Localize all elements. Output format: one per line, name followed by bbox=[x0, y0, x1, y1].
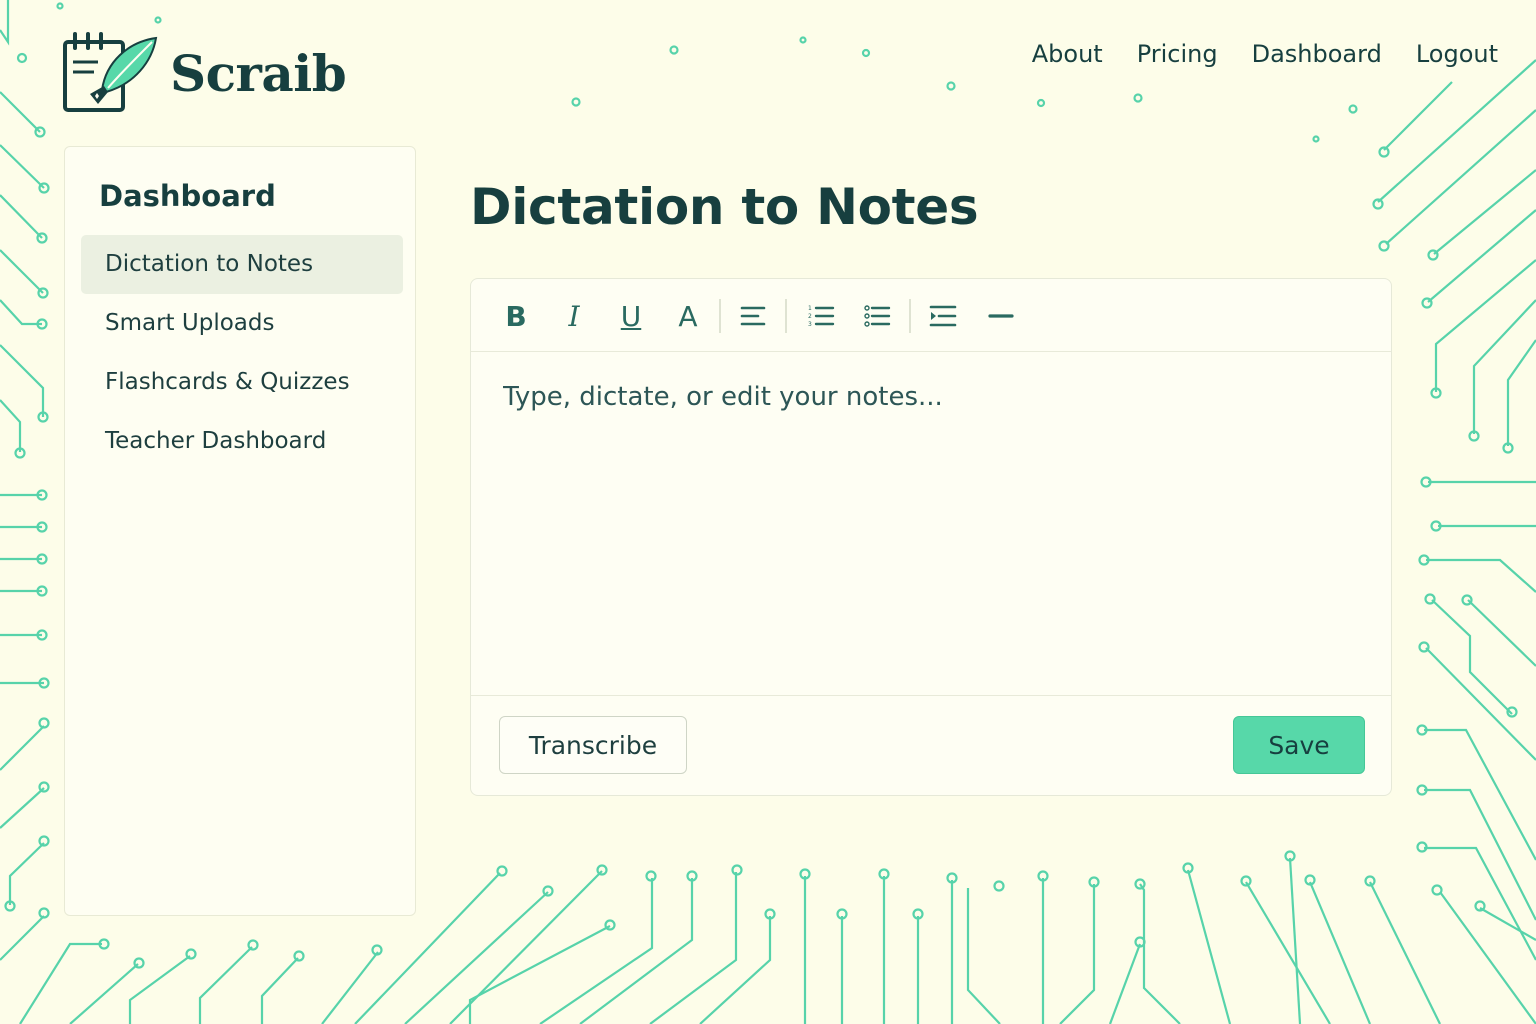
align-left-icon[interactable] bbox=[737, 297, 769, 335]
notes-input[interactable] bbox=[503, 382, 1359, 666]
nav-link-logout[interactable]: Logout bbox=[1416, 36, 1498, 72]
notes-editor: B I U A 123 Transcribe Save bbox=[470, 278, 1392, 796]
sidebar-item-dictation-to-notes[interactable]: Dictation to Notes bbox=[81, 235, 403, 294]
sidebar-item-teacher-dashboard[interactable]: Teacher Dashboard bbox=[81, 412, 403, 471]
sidebar-title: Dashboard bbox=[99, 179, 276, 213]
bulleted-list-icon[interactable] bbox=[861, 297, 893, 335]
underline-icon[interactable]: U bbox=[616, 297, 646, 335]
horizontal-rule-icon[interactable] bbox=[985, 297, 1017, 335]
bold-icon[interactable]: B bbox=[501, 297, 531, 335]
toolbar-divider bbox=[785, 299, 787, 333]
toolbar-divider bbox=[719, 299, 721, 333]
transcribe-button[interactable]: Transcribe bbox=[499, 716, 687, 774]
app-name: Scraib bbox=[170, 43, 347, 103]
numbered-list-icon[interactable]: 123 bbox=[805, 297, 837, 335]
editor-footer: Transcribe Save bbox=[471, 695, 1391, 795]
nav-link-dashboard[interactable]: Dashboard bbox=[1252, 36, 1382, 72]
sidebar-item-smart-uploads[interactable]: Smart Uploads bbox=[81, 294, 403, 353]
font-color-icon[interactable]: A bbox=[673, 297, 703, 335]
toolbar-divider bbox=[909, 299, 911, 333]
svg-text:2: 2 bbox=[808, 313, 812, 320]
notepad-quill-icon bbox=[63, 32, 158, 112]
nav-link-pricing[interactable]: Pricing bbox=[1137, 36, 1218, 72]
sidebar-item-flashcards-quizzes[interactable]: Flashcards & Quizzes bbox=[81, 353, 403, 412]
editor-toolbar: B I U A 123 bbox=[471, 279, 1391, 352]
app-logo[interactable]: Scraib bbox=[62, 32, 347, 114]
page-title: Dictation to Notes bbox=[470, 178, 979, 236]
sidebar: Dashboard Dictation to Notes Smart Uploa… bbox=[64, 146, 416, 916]
svg-text:3: 3 bbox=[808, 321, 812, 328]
top-navigation: About Pricing Dashboard Logout bbox=[1032, 36, 1498, 72]
save-button[interactable]: Save bbox=[1233, 716, 1365, 774]
italic-icon[interactable]: I bbox=[559, 297, 589, 335]
indent-icon[interactable] bbox=[927, 297, 959, 335]
sidebar-menu: Dictation to Notes Smart Uploads Flashca… bbox=[81, 235, 403, 471]
nav-link-about[interactable]: About bbox=[1032, 36, 1103, 72]
notes-area bbox=[471, 352, 1391, 696]
svg-text:1: 1 bbox=[808, 305, 812, 312]
